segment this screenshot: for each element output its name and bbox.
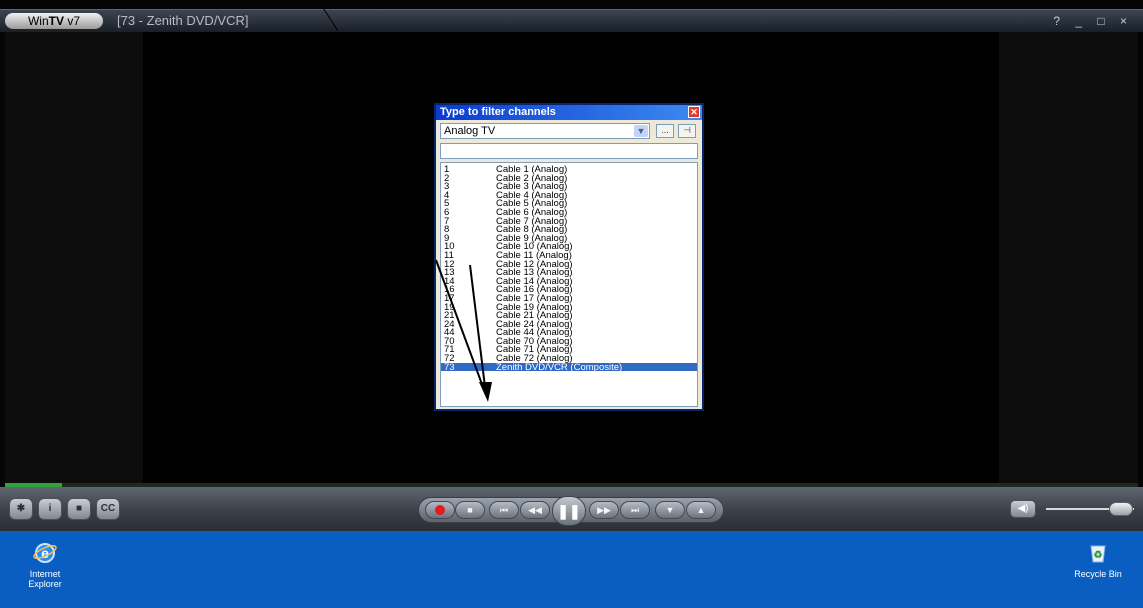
- pause-button[interactable]: ❚❚: [552, 496, 586, 526]
- info-icon: i: [48, 503, 52, 514]
- channel-row[interactable]: 3 Cable 3 (Analog): [441, 182, 697, 192]
- channel-row[interactable]: 5 Cable 5 (Analog): [441, 199, 697, 209]
- channel-row[interactable]: 73 Zenith DVD/VCR (Composite): [441, 361, 697, 373]
- speaker-icon: ◀): [1017, 503, 1029, 514]
- dialog-title-bar[interactable]: Type to filter channels ✕: [436, 105, 702, 120]
- recycle-bin-icon: ♻: [1090, 545, 1106, 563]
- control-bar: ✱ i ■ CC ■ ⏮ ◀◀ ❚❚ ▶▶ ⏭ ▼ ▲ ◀): [0, 487, 1143, 531]
- triangle-down-icon: ▼: [665, 505, 675, 515]
- internet-explorer-icon: e: [33, 543, 57, 563]
- more-label: ...: [661, 125, 669, 135]
- channel-row[interactable]: 7 Cable 7 (Analog): [441, 216, 697, 226]
- pin-button[interactable]: ⊣: [678, 124, 696, 138]
- info-button[interactable]: i: [38, 498, 62, 520]
- rewind-button[interactable]: ◀◀: [520, 501, 550, 519]
- channel-row[interactable]: 2 Cable 2 (Analog): [441, 173, 697, 183]
- channel-row[interactable]: 6 Cable 6 (Analog): [441, 208, 697, 218]
- close-button[interactable]: ×: [1120, 14, 1133, 28]
- internet-explorer-label-1: Internet: [29, 569, 61, 579]
- volume-knob[interactable]: [1108, 502, 1133, 516]
- skip-back-icon: ⏮: [499, 505, 509, 515]
- pause-icon: ❚❚: [557, 503, 581, 519]
- internet-explorer-shortcut[interactable]: e Internet Explorer: [10, 539, 80, 589]
- snapshot-button[interactable]: ■: [67, 498, 91, 520]
- skip-forward-button[interactable]: ⏭: [620, 501, 650, 519]
- stop-button[interactable]: ■: [455, 501, 485, 519]
- channel-filter-dialog: Type to filter channels ✕ Analog TV ▼ ..…: [434, 103, 704, 411]
- window-controls: ? _ □ ×: [1053, 14, 1133, 28]
- record-button[interactable]: [425, 501, 455, 519]
- fast-forward-icon: ▶▶: [597, 505, 611, 515]
- dialog-title: Type to filter channels: [440, 106, 556, 118]
- rewind-icon: ◀◀: [528, 505, 542, 515]
- channel-down-button[interactable]: ▼: [655, 501, 685, 519]
- title-bar[interactable]: WinTV v7 [73 - Zenith DVD/VCR] ? _ □ ×: [0, 9, 1143, 32]
- source-dropdown[interactable]: Analog TV ▼: [440, 123, 650, 139]
- volume-slider[interactable]: [1046, 502, 1134, 516]
- camera-icon: ■: [75, 503, 83, 514]
- record-icon: [435, 505, 445, 515]
- settings-button[interactable]: ✱: [9, 498, 33, 520]
- channel-name: Zenith DVD/VCR (Composite): [496, 361, 623, 373]
- more-options-button[interactable]: ...: [656, 124, 674, 138]
- channel-row[interactable]: 8 Cable 8 (Analog): [441, 225, 697, 235]
- gear-icon: ✱: [16, 503, 26, 514]
- channel-list[interactable]: 1 Cable 1 (Analog) 2 Cable 2 (Analog) 3 Cable…: [440, 162, 698, 407]
- cc-label: CC: [100, 503, 116, 514]
- closed-caption-button[interactable]: CC: [96, 498, 120, 520]
- filter-input[interactable]: [440, 143, 698, 159]
- logo-text-bold: TV: [48, 14, 64, 28]
- recycle-bin-shortcut[interactable]: ♻ Recycle Bin: [1063, 539, 1133, 579]
- stop-icon: ■: [467, 505, 473, 515]
- desktop: e Internet Explorer ♻ Recycle Bin: [0, 531, 1143, 608]
- dialog-close-button[interactable]: ✕: [688, 106, 700, 118]
- channel-row[interactable]: 4 Cable 4 (Analog): [441, 191, 697, 201]
- internet-explorer-label-2: Explorer: [28, 579, 62, 589]
- mute-button[interactable]: ◀): [1010, 500, 1036, 518]
- help-button[interactable]: ?: [1053, 14, 1066, 28]
- logo-text-suffix: v7: [64, 14, 81, 28]
- skip-back-button[interactable]: ⏮: [489, 501, 519, 519]
- channel-up-button[interactable]: ▲: [686, 501, 716, 519]
- maximize-button[interactable]: □: [1097, 14, 1110, 28]
- dialog-body: Analog TV ▼ ... ⊣ 1 Cable 1 (Analog) 2 Cabl…: [436, 120, 702, 409]
- transport-controls: ■ ⏮ ◀◀ ❚❚ ▶▶ ⏭ ▼ ▲: [418, 496, 724, 526]
- channel-number: 73: [444, 361, 455, 373]
- chevron-down-icon[interactable]: ▼: [634, 125, 648, 137]
- pin-icon: ⊣: [683, 125, 691, 135]
- window-title: [73 - Zenith DVD/VCR]: [117, 13, 249, 28]
- recycle-bin-label: Recycle Bin: [1074, 569, 1122, 579]
- skip-forward-icon: ⏭: [630, 505, 640, 515]
- svg-text:♻: ♻: [1094, 550, 1103, 561]
- wintv-logo: WinTV v7: [5, 13, 103, 29]
- fast-forward-button[interactable]: ▶▶: [589, 501, 619, 519]
- wintv-window: WinTV v7 [73 - Zenith DVD/VCR] ? _ □ × ✱…: [0, 0, 1143, 531]
- channel-row[interactable]: 1 Cable 1 (Analog): [441, 165, 697, 175]
- source-value: Analog TV: [444, 125, 496, 137]
- minimize-button[interactable]: _: [1075, 14, 1088, 28]
- close-icon: ✕: [690, 107, 698, 117]
- logo-text-prefix: Win: [27, 14, 49, 28]
- triangle-up-icon: ▲: [696, 505, 706, 515]
